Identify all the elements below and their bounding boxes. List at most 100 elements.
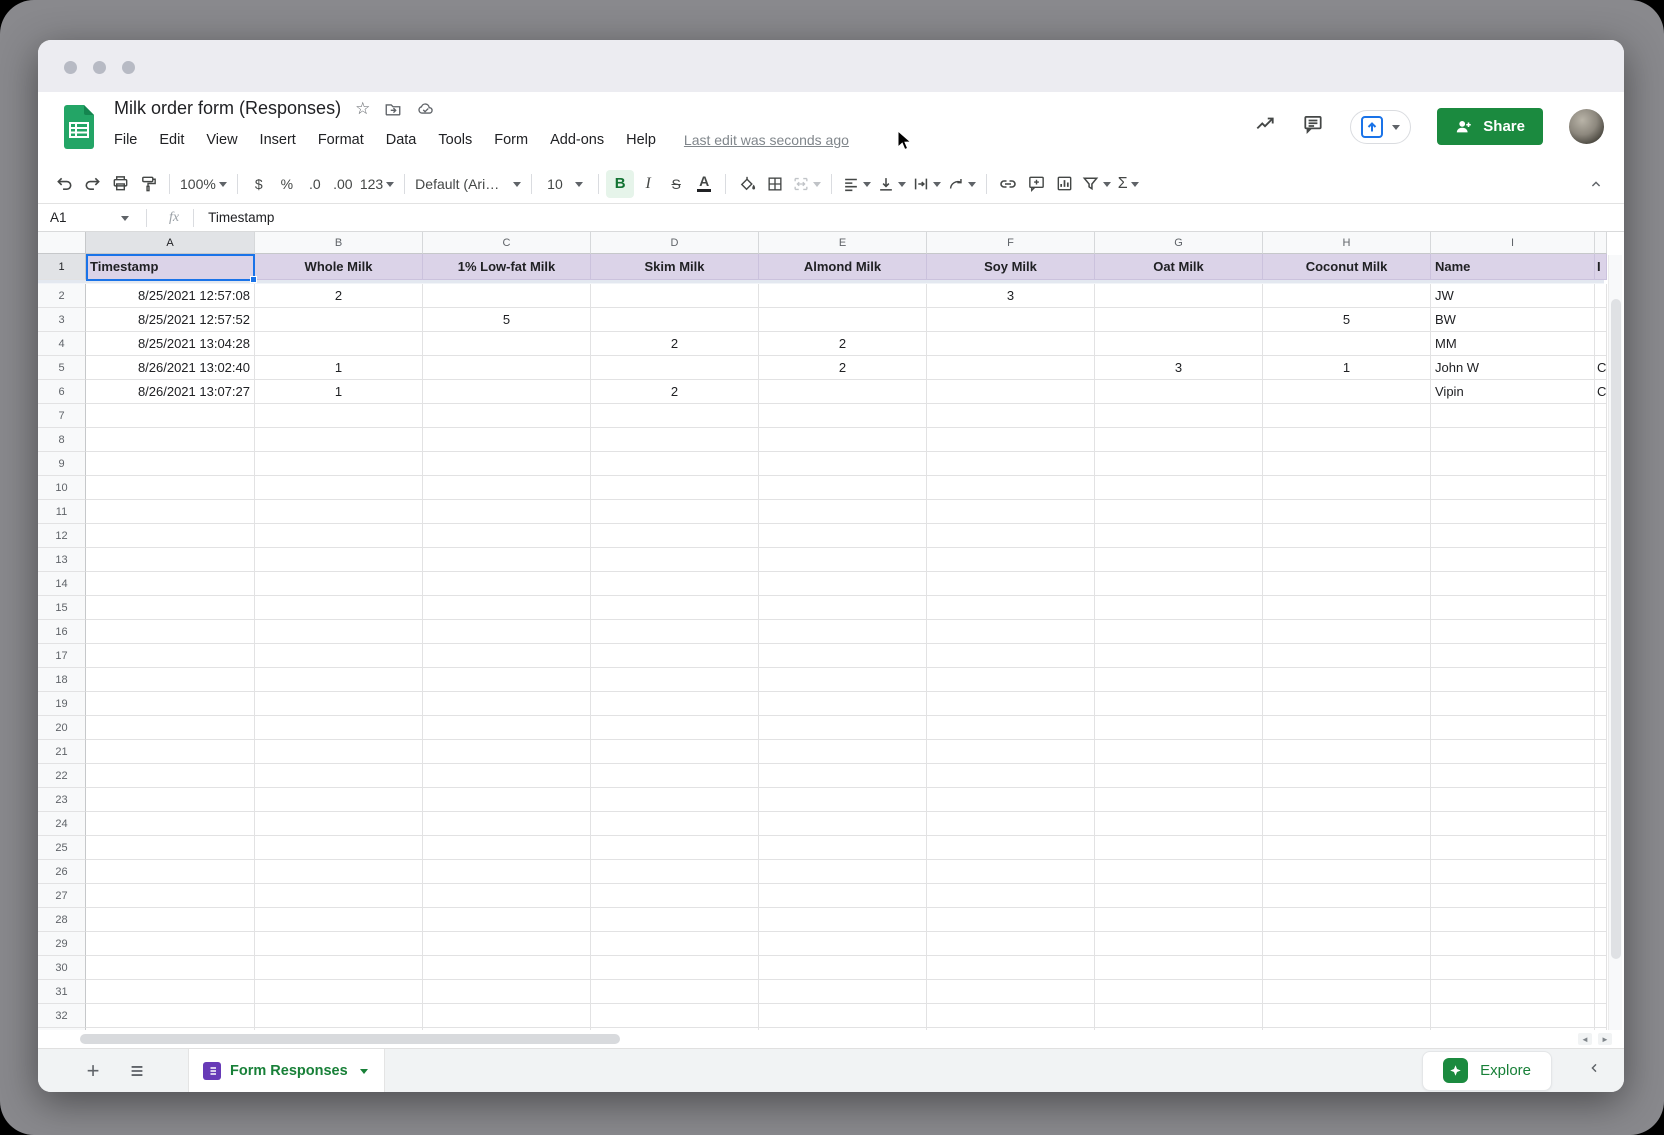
create-filter-button[interactable] [1078, 170, 1114, 198]
cell-F27[interactable] [927, 884, 1095, 908]
cell-E28[interactable] [759, 908, 927, 932]
cell-E24[interactable] [759, 812, 927, 836]
cell-I20[interactable] [1431, 716, 1595, 740]
cell-clipped-13[interactable] [1595, 548, 1607, 572]
row-number-4[interactable]: 4 [38, 332, 86, 356]
row-number-26[interactable]: 26 [38, 860, 86, 884]
format-percent-button[interactable]: % [273, 170, 301, 198]
cell-F12[interactable] [927, 524, 1095, 548]
cell-D6[interactable]: 2 [591, 380, 759, 404]
cell-D27[interactable] [591, 884, 759, 908]
cell-C19[interactable] [423, 692, 591, 716]
cell-H1[interactable]: Coconut Milk [1263, 254, 1431, 280]
fill-color-button[interactable] [733, 170, 761, 198]
row-number-7[interactable]: 7 [38, 404, 86, 428]
cell-clipped-17[interactable] [1595, 644, 1607, 668]
cell-I18[interactable] [1431, 668, 1595, 692]
menu-form[interactable]: Form [494, 132, 528, 148]
menu-format[interactable]: Format [318, 132, 364, 148]
insert-comment-button[interactable] [1022, 170, 1050, 198]
cell-H11[interactable] [1263, 500, 1431, 524]
cell-A6[interactable]: 8/26/2021 13:07:27 [86, 380, 255, 404]
cell-I10[interactable] [1431, 476, 1595, 500]
cell-E12[interactable] [759, 524, 927, 548]
cell-E4[interactable]: 2 [759, 332, 927, 356]
cell-E25[interactable] [759, 836, 927, 860]
cell-F14[interactable] [927, 572, 1095, 596]
cell-H24[interactable] [1263, 812, 1431, 836]
formula-input[interactable]: Timestamp [208, 210, 274, 225]
cell-F15[interactable] [927, 596, 1095, 620]
vertical-align-button[interactable] [874, 170, 909, 198]
star-icon[interactable]: ☆ [355, 99, 370, 119]
cell-clipped-10[interactable] [1595, 476, 1607, 500]
row-number-2[interactable]: 2 [38, 284, 86, 308]
cell-D31[interactable] [591, 980, 759, 1004]
scroll-left-arrow[interactable]: ◄ [1578, 1033, 1592, 1045]
row-number-16[interactable]: 16 [38, 620, 86, 644]
cell-clipped-4[interactable] [1595, 332, 1607, 356]
cell-G19[interactable] [1095, 692, 1263, 716]
cell-E13[interactable] [759, 548, 927, 572]
cell-B2[interactable]: 2 [255, 284, 423, 308]
cell-A12[interactable] [86, 524, 255, 548]
zoom-select[interactable]: 100% [177, 170, 230, 198]
cell-F16[interactable] [927, 620, 1095, 644]
cell-C17[interactable] [423, 644, 591, 668]
cell-E31[interactable] [759, 980, 927, 1004]
cell-A8[interactable] [86, 428, 255, 452]
cell-B15[interactable] [255, 596, 423, 620]
cell-G14[interactable] [1095, 572, 1263, 596]
cell-A14[interactable] [86, 572, 255, 596]
cell-F31[interactable] [927, 980, 1095, 1004]
cell-F20[interactable] [927, 716, 1095, 740]
cell-D26[interactable] [591, 860, 759, 884]
cell-H26[interactable] [1263, 860, 1431, 884]
sheet-tab-form-responses[interactable]: Form Responses [188, 1049, 385, 1092]
row-number-24[interactable]: 24 [38, 812, 86, 836]
cell-A24[interactable] [86, 812, 255, 836]
cell-I12[interactable] [1431, 524, 1595, 548]
share-button[interactable]: Share [1437, 108, 1543, 145]
cell-B11[interactable] [255, 500, 423, 524]
cell-A2[interactable]: 8/25/2021 12:57:08 [86, 284, 255, 308]
cell-H7[interactable] [1263, 404, 1431, 428]
cell-clipped-31[interactable] [1595, 980, 1607, 1004]
row-number-13[interactable]: 13 [38, 548, 86, 572]
cell-G18[interactable] [1095, 668, 1263, 692]
cell-H14[interactable] [1263, 572, 1431, 596]
scroll-right-arrow[interactable]: ► [1598, 1033, 1612, 1045]
row-number-28[interactable]: 28 [38, 908, 86, 932]
cell-C5[interactable] [423, 356, 591, 380]
menu-tools[interactable]: Tools [438, 132, 472, 148]
cell-I7[interactable] [1431, 404, 1595, 428]
cell-C32[interactable] [423, 1004, 591, 1028]
cell-H8[interactable] [1263, 428, 1431, 452]
cell-H9[interactable] [1263, 452, 1431, 476]
cell-C16[interactable] [423, 620, 591, 644]
column-letter-F[interactable]: F [927, 232, 1095, 254]
last-edit-link[interactable]: Last edit was seconds ago [684, 132, 849, 148]
cell-B18[interactable] [255, 668, 423, 692]
cell-G2[interactable] [1095, 284, 1263, 308]
cell-D10[interactable] [591, 476, 759, 500]
cell-D18[interactable] [591, 668, 759, 692]
cell-clipped-14[interactable] [1595, 572, 1607, 596]
cell-B21[interactable] [255, 740, 423, 764]
cell-E7[interactable] [759, 404, 927, 428]
cell-H17[interactable] [1263, 644, 1431, 668]
cell-B16[interactable] [255, 620, 423, 644]
column-letter-clipped[interactable] [1595, 232, 1607, 254]
cell-E9[interactable] [759, 452, 927, 476]
row-number-6[interactable]: 6 [38, 380, 86, 404]
cell-D30[interactable] [591, 956, 759, 980]
cell-F13[interactable] [927, 548, 1095, 572]
insights-icon[interactable] [1254, 113, 1276, 140]
cell-H6[interactable] [1263, 380, 1431, 404]
cell-C2[interactable] [423, 284, 591, 308]
cell-B1[interactable]: Whole Milk [255, 254, 423, 280]
undo-button[interactable] [50, 170, 78, 198]
cell-G27[interactable] [1095, 884, 1263, 908]
cell-H2[interactable] [1263, 284, 1431, 308]
cell-F21[interactable] [927, 740, 1095, 764]
